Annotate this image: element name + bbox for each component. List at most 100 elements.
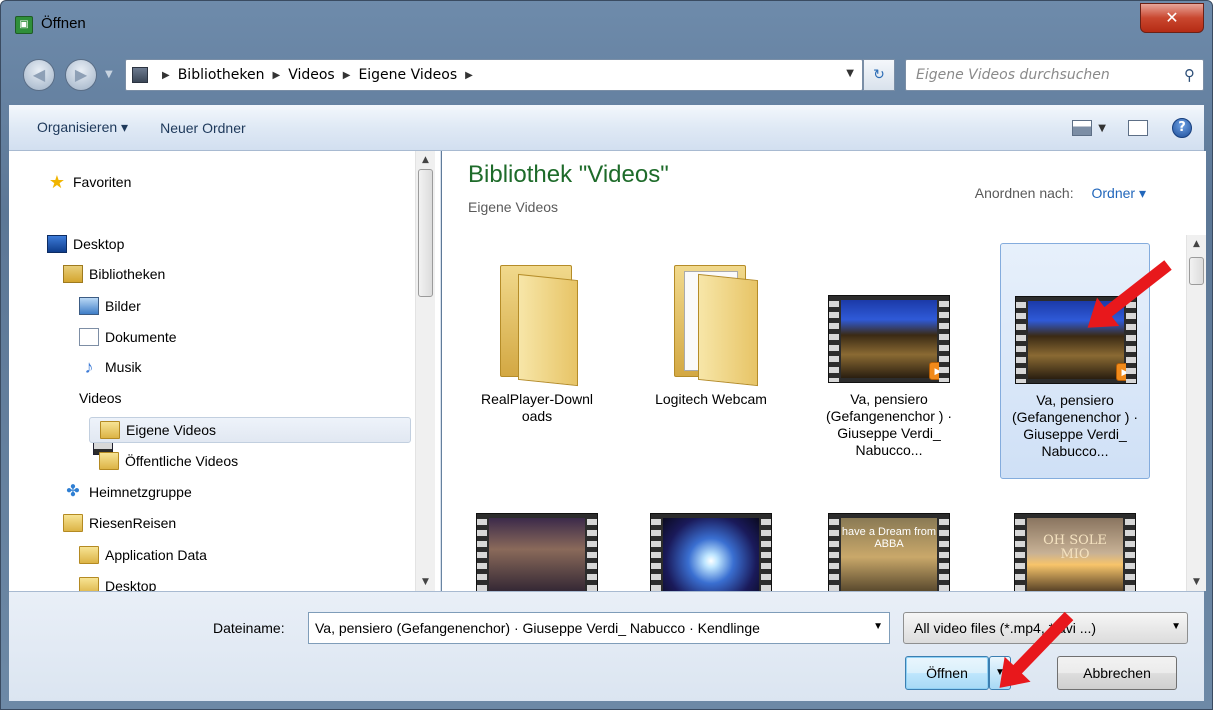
chevron-right-icon: ▶ [272, 69, 281, 81]
star-icon: ★ [48, 172, 66, 192]
document-icon [79, 328, 99, 346]
sidebar-item-videos[interactable]: Videos [79, 385, 122, 455]
address-bar[interactable]: ▶ Bibliotheken ▶ Videos ▶ Eigene Videos … [125, 59, 863, 91]
play-icon: ▶ [929, 362, 947, 380]
library-title: Bibliothek "Videos" [468, 161, 669, 188]
library-icon [63, 265, 83, 283]
music-icon: ♪ [84, 357, 94, 377]
open-button[interactable]: Öffnen [905, 656, 989, 690]
arrange-by: Anordnen nach: Ordner ▾ [975, 185, 1146, 202]
sidebar-item-application-data[interactable]: Application Data [79, 542, 207, 568]
address-dropdown-icon[interactable]: ▼ [846, 68, 854, 79]
tile-video-6[interactable] [636, 461, 786, 591]
library-subtitle: Eigene Videos [468, 199, 559, 215]
video-thumbnail [476, 513, 598, 591]
folder-icon [500, 265, 578, 387]
sidebar-item-bilder[interactable]: Bilder [79, 293, 141, 319]
chevron-right-icon: ▶ [342, 69, 351, 81]
arrange-label: Anordnen nach: [974, 185, 1074, 201]
sidebar-item-desktop[interactable]: Desktop [47, 231, 124, 257]
tile-va-pensiero-2-selected[interactable]: ▶ Va, pensiero (Gefangenenchor ) · Giuse… [1000, 243, 1150, 479]
desktop-icon [47, 235, 67, 253]
file-list: Bibliothek "Videos" Eigene Videos Anordn… [442, 151, 1206, 591]
tile-video-5[interactable] [462, 461, 612, 591]
app-icon: ▣ [15, 16, 33, 34]
cancel-button[interactable]: Abbrechen [1057, 656, 1177, 690]
folder-icon [79, 546, 99, 564]
preview-pane-icon[interactable] [1128, 120, 1148, 136]
chevron-right-icon: ▶ [465, 69, 473, 81]
back-arrow-icon: ◀ [32, 65, 46, 84]
refresh-icon: ↻ [873, 67, 885, 83]
new-folder-button[interactable]: Neuer Ordner [144, 120, 262, 136]
back-button[interactable]: ◀ [23, 59, 55, 91]
homegroup-icon: ✤ [66, 483, 80, 500]
tile-logitech-webcam[interactable]: Logitech Webcam [636, 243, 786, 479]
forward-arrow-icon: ▶ [74, 65, 88, 84]
sidebar-item-riesenreisen[interactable]: RiesenReisen [63, 510, 176, 536]
tile-label: Logitech Webcam [655, 391, 767, 407]
organize-button[interactable]: Organisieren ▾ [9, 119, 144, 136]
content-scroll-thumb[interactable] [1189, 257, 1204, 285]
breadcrumb-bibliotheken[interactable]: Bibliotheken [178, 67, 265, 83]
sidebar-item-musik[interactable]: ♪ Musik [79, 354, 142, 380]
desktop-folder-icon [79, 577, 99, 591]
arrange-dropdown[interactable]: Ordner ▾ [1092, 185, 1147, 201]
video-thumbnail: have a Dream from ABBA [828, 513, 950, 591]
video-thumbnail: OH SOLE MIO [1014, 513, 1136, 591]
tile-label: Va, pensiero (Gefangenenchor ) · Giusepp… [825, 391, 953, 458]
video-thumbnail: ▶ [828, 295, 950, 383]
sidebar-item-oeffentliche-videos[interactable]: Öffentliche Videos [99, 448, 238, 474]
tile-video-8[interactable]: OH SOLE MIO [1000, 461, 1150, 591]
video-thumbnail [650, 513, 772, 591]
thumbnail-text: OH SOLE MIO [1043, 533, 1107, 562]
sidebar-item-bibliotheken[interactable]: Bibliotheken [63, 261, 165, 287]
title-bar: ▣ Öffnen ✕ [1, 1, 1212, 49]
folder-icon [674, 265, 758, 387]
breadcrumb-eigene-videos[interactable]: Eigene Videos [358, 67, 457, 83]
tile-video-7[interactable]: have a Dream from ABBA [814, 461, 964, 591]
sidebar-item-eigene-videos[interactable]: Eigene Videos [89, 417, 411, 443]
video-folder-icon [100, 421, 120, 439]
refresh-button[interactable]: ↻ [863, 59, 895, 91]
bottom-panel: Dateiname: Va, pensiero (Gefangenenchor)… [9, 591, 1204, 701]
pictures-icon [79, 297, 99, 315]
sidebar-item-heimnetzgruppe[interactable]: ✤ Heimnetzgruppe [63, 479, 191, 505]
filename-dropdown-icon[interactable]: ▼ [873, 621, 883, 632]
sidebar-scrollbar[interactable]: ▲ ▼ [415, 151, 435, 591]
user-folder-icon [63, 514, 83, 532]
navigation-pane: ★ Favoriten Desktop Bibliotheken Bilder D… [9, 151, 441, 591]
forward-button[interactable]: ▶ [65, 59, 97, 91]
command-toolbar: Organisieren ▾ Neuer Ordner ▼ ? [9, 105, 1204, 151]
close-icon: ✕ [1165, 8, 1179, 27]
tile-label: Va, pensiero (Gefangenenchor ) · Giusepp… [1011, 392, 1139, 459]
filename-input[interactable]: Va, pensiero (Gefangenenchor) · Giuseppe… [308, 612, 890, 644]
scroll-down-icon[interactable]: ▼ [416, 573, 435, 591]
thumbnail-text: have a Dream from ABBA [841, 526, 937, 550]
sidebar-item-favoriten[interactable]: ★ Favoriten [47, 169, 131, 195]
scroll-up-icon[interactable]: ▲ [416, 151, 435, 169]
close-button[interactable]: ✕ [1140, 3, 1204, 33]
navigation-bar: ◀ ▶ ▼ ▶ Bibliotheken ▶ Videos ▶ Eigene V… [1, 49, 1212, 105]
play-icon: ▶ [1116, 363, 1134, 381]
tile-va-pensiero-1[interactable]: ▶ Va, pensiero (Gefangenenchor ) · Giuse… [814, 243, 964, 479]
scroll-down-icon[interactable]: ▼ [1187, 573, 1206, 591]
view-icon[interactable] [1072, 120, 1093, 136]
tile-realplayer-downloads[interactable]: RealPlayer-Downl oads [462, 243, 612, 479]
help-icon[interactable]: ? [1172, 118, 1192, 138]
search-input[interactable]: Eigene Videos durchsuchen ⚲ [905, 59, 1204, 91]
view-dropdown-icon[interactable]: ▼ [1098, 123, 1106, 134]
sidebar-scroll-thumb[interactable] [418, 169, 433, 297]
scroll-up-icon[interactable]: ▲ [1187, 235, 1206, 253]
history-dropdown[interactable]: ▼ [105, 69, 113, 80]
folder-icon [99, 452, 119, 470]
content-scrollbar[interactable]: ▲ ▼ [1186, 235, 1206, 591]
filename-label: Dateiname: [213, 620, 285, 636]
search-icon[interactable]: ⚲ [1184, 66, 1195, 84]
breadcrumb-videos[interactable]: Videos [288, 67, 335, 83]
sidebar-item-dokumente[interactable]: Dokumente [79, 324, 177, 350]
sidebar-item-desktop-folder[interactable]: Desktop [79, 573, 156, 591]
video-library-icon [132, 67, 148, 83]
file-type-dropdown-icon[interactable]: ▼ [1171, 621, 1181, 632]
search-placeholder: Eigene Videos durchsuchen [916, 67, 1110, 83]
